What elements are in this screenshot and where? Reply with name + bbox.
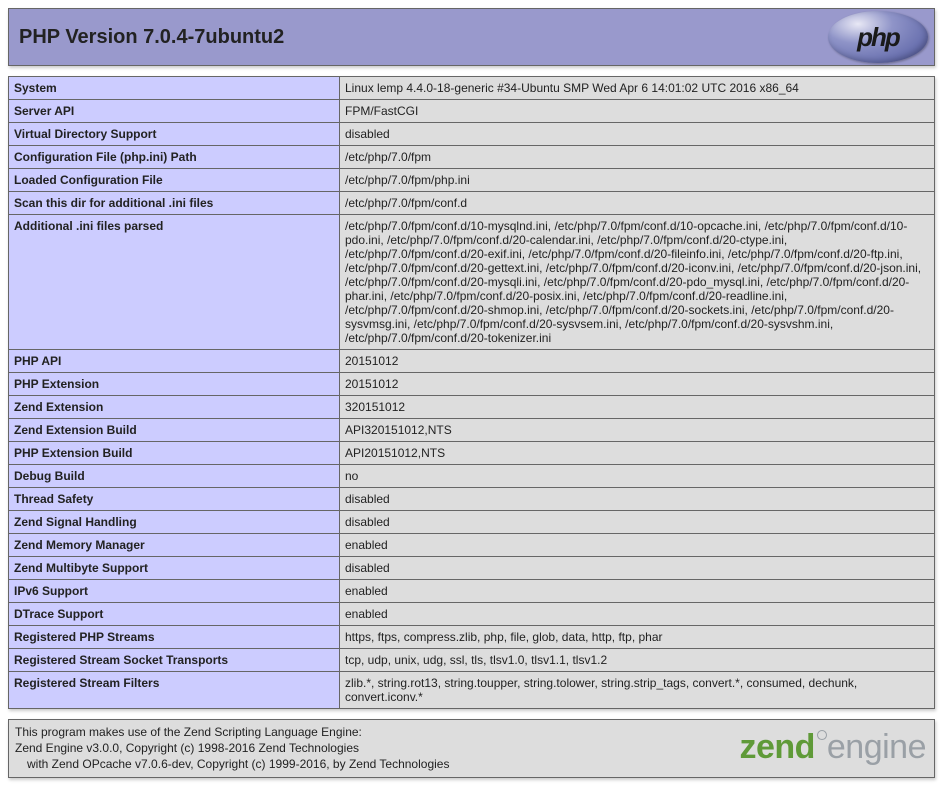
table-row: Scan this dir for additional .ini files/… (9, 192, 935, 215)
row-value: enabled (340, 603, 935, 626)
row-label: Debug Build (9, 465, 340, 488)
row-label: Virtual Directory Support (9, 123, 340, 146)
header-cell: PHP Version 7.0.4-7ubuntu2 php (9, 9, 935, 66)
table-row: Registered PHP Streamshttps, ftps, compr… (9, 626, 935, 649)
row-label: Server API (9, 100, 340, 123)
table-row: Registered Stream Filterszlib.*, string.… (9, 672, 935, 709)
table-row: Configuration File (php.ini) Path/etc/ph… (9, 146, 935, 169)
row-value: Linux lemp 4.4.0-18-generic #34-Ubuntu S… (340, 77, 935, 100)
row-value: API320151012,NTS (340, 419, 935, 442)
table-row: Server APIFPM/FastCGI (9, 100, 935, 123)
row-label: PHP API (9, 350, 340, 373)
table-row: Thread Safetydisabled (9, 488, 935, 511)
page-title: PHP Version 7.0.4-7ubuntu2 (19, 26, 924, 49)
table-row: PHP Extension BuildAPI20151012,NTS (9, 442, 935, 465)
table-row: PHP API20151012 (9, 350, 935, 373)
row-value: enabled (340, 580, 935, 603)
row-label: Zend Extension Build (9, 419, 340, 442)
row-value: disabled (340, 557, 935, 580)
row-label: Zend Memory Manager (9, 534, 340, 557)
row-label: System (9, 77, 340, 100)
table-row: Zend Extension BuildAPI320151012,NTS (9, 419, 935, 442)
table-row: PHP Extension20151012 (9, 373, 935, 396)
table-row: Loaded Configuration File/etc/php/7.0/fp… (9, 169, 935, 192)
footer-table: This program makes use of the Zend Scrip… (8, 719, 935, 778)
footer-cell: This program makes use of the Zend Scrip… (9, 720, 935, 778)
row-value: /etc/php/7.0/fpm (340, 146, 935, 169)
row-value: FPM/FastCGI (340, 100, 935, 123)
row-value: disabled (340, 123, 935, 146)
row-label: Zend Extension (9, 396, 340, 419)
row-value: /etc/php/7.0/fpm/conf.d/10-mysqlnd.ini, … (340, 215, 935, 350)
row-value: disabled (340, 488, 935, 511)
row-value: 20151012 (340, 373, 935, 396)
table-row: Zend Extension320151012 (9, 396, 935, 419)
row-label: Zend Signal Handling (9, 511, 340, 534)
row-value: https, ftps, compress.zlib, php, file, g… (340, 626, 935, 649)
row-value: disabled (340, 511, 935, 534)
header-table: PHP Version 7.0.4-7ubuntu2 php (8, 8, 935, 66)
table-row: DTrace Supportenabled (9, 603, 935, 626)
row-value: /etc/php/7.0/fpm/conf.d (340, 192, 935, 215)
row-value: tcp, udp, unix, udg, ssl, tls, tlsv1.0, … (340, 649, 935, 672)
footer-line3: with Zend OPcache v7.0.6-dev, Copyright … (15, 756, 449, 772)
row-label: Configuration File (php.ini) Path (9, 146, 340, 169)
row-value: no (340, 465, 935, 488)
row-label: Registered Stream Socket Transports (9, 649, 340, 672)
table-row: Virtual Directory Supportdisabled (9, 123, 935, 146)
table-row: Zend Memory Managerenabled (9, 534, 935, 557)
row-value: API20151012,NTS (340, 442, 935, 465)
row-label: Scan this dir for additional .ini files (9, 192, 340, 215)
table-row: Debug Buildno (9, 465, 935, 488)
table-row: Zend Multibyte Supportdisabled (9, 557, 935, 580)
row-label: Zend Multibyte Support (9, 557, 340, 580)
footer-line1: This program makes use of the Zend Scrip… (15, 725, 362, 739)
table-row: SystemLinux lemp 4.4.0-18-generic #34-Ub… (9, 77, 935, 100)
row-label: PHP Extension Build (9, 442, 340, 465)
info-table: SystemLinux lemp 4.4.0-18-generic #34-Ub… (8, 76, 935, 709)
row-label: Loaded Configuration File (9, 169, 340, 192)
row-label: Thread Safety (9, 488, 340, 511)
row-label: PHP Extension (9, 373, 340, 396)
row-value: zlib.*, string.rot13, string.toupper, st… (340, 672, 935, 709)
row-value: 20151012 (340, 350, 935, 373)
footer-line2: Zend Engine v3.0.0, Copyright (c) 1998-2… (15, 741, 359, 755)
row-value: 320151012 (340, 396, 935, 419)
table-row: Additional .ini files parsed/etc/php/7.0… (9, 215, 935, 350)
table-row: IPv6 Supportenabled (9, 580, 935, 603)
row-label: Additional .ini files parsed (9, 215, 340, 350)
row-label: IPv6 Support (9, 580, 340, 603)
table-row: Registered Stream Socket Transportstcp, … (9, 649, 935, 672)
row-label: DTrace Support (9, 603, 340, 626)
table-row: Zend Signal Handlingdisabled (9, 511, 935, 534)
row-value: /etc/php/7.0/fpm/php.ini (340, 169, 935, 192)
row-value: enabled (340, 534, 935, 557)
row-label: Registered Stream Filters (9, 672, 340, 709)
zend-engine-logo-icon: zendengine (739, 725, 926, 771)
row-label: Registered PHP Streams (9, 626, 340, 649)
php-logo-icon: php (828, 11, 928, 63)
